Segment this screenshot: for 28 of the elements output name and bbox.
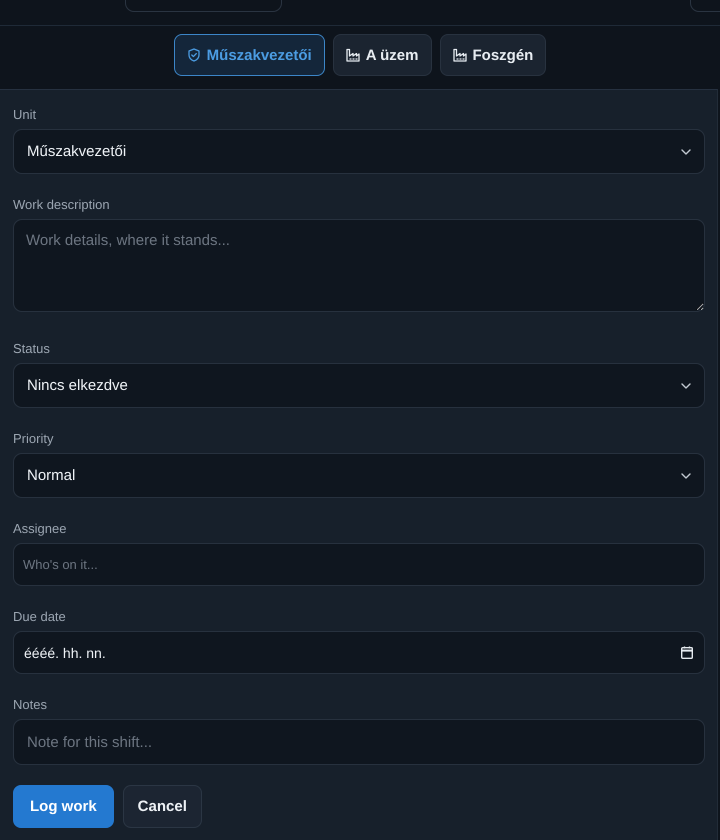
field-label: Work description xyxy=(13,196,110,214)
header-control[interactable] xyxy=(690,0,720,12)
calendar-icon[interactable] xyxy=(681,646,693,659)
chevron-down-icon xyxy=(681,148,691,154)
field-label: Notes xyxy=(13,696,47,714)
cancel-button[interactable]: Cancel xyxy=(122,785,202,828)
notes-field[interactable]: Note for this shift... xyxy=(13,719,705,765)
select-field[interactable]: Műszakvezetői xyxy=(13,129,705,174)
date-field[interactable]: éééé. hh. nn. xyxy=(13,631,705,674)
field-label: Due date xyxy=(13,608,66,626)
unit-tab[interactable]: A üzem xyxy=(332,34,432,76)
field-label: Assignee xyxy=(13,520,66,538)
field-label: Status xyxy=(13,340,50,358)
header-control[interactable] xyxy=(125,0,282,12)
unit-tab[interactable]: Foszgén xyxy=(440,34,546,76)
description-field[interactable]: Work details, where it stands... xyxy=(13,219,705,312)
select-field[interactable]: Nincs elkezdve xyxy=(13,363,705,408)
chevron-down-icon xyxy=(681,382,691,388)
field-label: Priority xyxy=(13,430,54,448)
select-field[interactable]: Normal xyxy=(13,453,705,498)
factory-icon xyxy=(452,48,466,62)
unit-tab[interactable]: Műszakvezetői xyxy=(174,34,325,76)
shield-check-icon xyxy=(186,48,201,62)
text-field[interactable]: Who's on it... xyxy=(13,543,705,586)
chevron-down-icon xyxy=(681,472,691,478)
field-label: Unit xyxy=(13,106,36,124)
factory-icon xyxy=(346,48,360,62)
log-work-button[interactable]: Log work xyxy=(13,785,114,828)
